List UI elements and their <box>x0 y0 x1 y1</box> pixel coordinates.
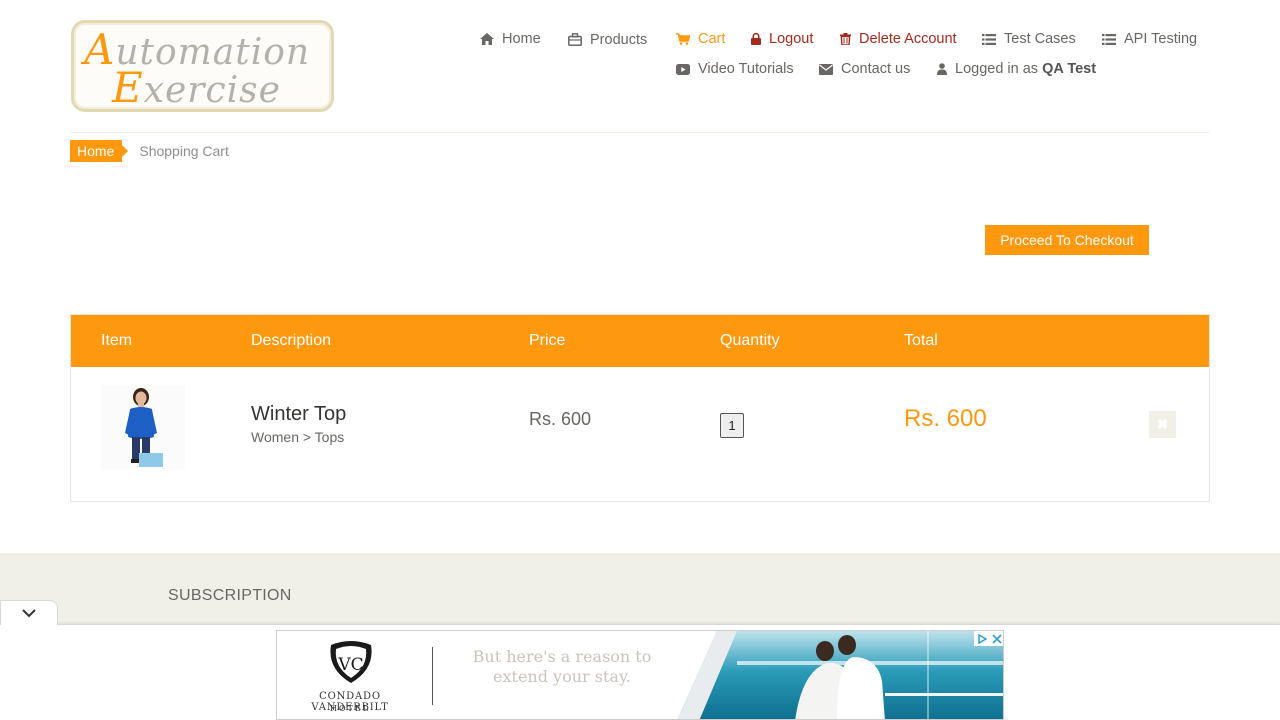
header-total: Total <box>904 332 938 349</box>
list-icon <box>1102 33 1116 45</box>
delete-item-button[interactable]: ✖ <box>1149 411 1176 438</box>
logged-in-text: Logged in as QA Test <box>955 61 1097 77</box>
youtube-play-icon <box>676 63 690 75</box>
nav-logout-label: Logout <box>769 31 814 47</box>
ad-collapse-toggle[interactable] <box>0 600 58 625</box>
svg-text:VC: VC <box>337 655 363 675</box>
product-total: Rs. 600 <box>904 405 987 432</box>
briefcase-icon <box>568 32 582 46</box>
table-row: Winter Top Women > Tops Rs. 600 1 Rs. 60… <box>71 367 1209 501</box>
breadcrumb-current: Shopping Cart <box>139 143 229 159</box>
header-quantity: Quantity <box>720 332 780 349</box>
user-icon <box>937 63 947 75</box>
product-image[interactable] <box>101 385 185 469</box>
header-item: Item <box>101 332 133 349</box>
nav-delete-account[interactable]: Delete Account <box>840 31 957 47</box>
nav-contact-us[interactable]: Contact us <box>819 61 910 77</box>
envelope-icon <box>819 63 833 75</box>
nav-home-label: Home <box>502 31 541 47</box>
home-icon <box>480 33 494 45</box>
lock-icon <box>751 33 761 45</box>
nav-test-cases[interactable]: Test Cases <box>982 31 1076 47</box>
hotel-crest-icon: VC <box>330 641 372 683</box>
nav-video-tutorials[interactable]: Video Tutorials <box>676 61 794 77</box>
nav-cart[interactable]: Cart <box>676 31 725 47</box>
trash-icon <box>840 33 851 45</box>
ad-brand-sub: HOTEL <box>329 704 371 713</box>
site-logo[interactable]: Automation Exercise <box>71 20 334 112</box>
logged-in-username: QA Test <box>1042 61 1097 77</box>
subscription-title: SUBSCRIPTION <box>168 587 292 604</box>
ad-photo <box>677 631 1003 719</box>
breadcrumb-home-link[interactable]: Home <box>70 140 129 162</box>
nav-contact-us-label: Contact us <box>841 61 911 77</box>
breadcrumb: Home Shopping Cart <box>70 140 229 162</box>
nav-products-label: Products <box>590 32 648 48</box>
cart-table: Item Description Price Quantity Total Wi… <box>70 314 1210 502</box>
close-icon <box>992 633 1002 644</box>
advertisement-banner[interactable]: VC CONDADO VANDERBILT HOTEL But here's a… <box>276 630 1004 720</box>
nav-test-cases-label: Test Cases <box>1004 31 1076 47</box>
ad-divider <box>432 647 433 705</box>
header-description: Description <box>251 332 332 349</box>
nav-products[interactable]: Products <box>568 31 648 48</box>
nav-home[interactable]: Home <box>480 31 541 47</box>
nav-logout[interactable]: Logout <box>751 31 813 47</box>
header-divider <box>70 132 1210 133</box>
logo-line-2: Exercise <box>112 63 281 112</box>
product-price: Rs. 600 <box>529 409 592 429</box>
nav-cart-label: Cart <box>698 31 726 47</box>
nav-api-testing-label: API Testing <box>1124 31 1198 47</box>
ad-choices-button[interactable] <box>974 631 990 646</box>
close-icon: ✖ <box>1156 416 1169 432</box>
nav-api-testing[interactable]: API Testing <box>1102 31 1197 47</box>
ad-close-button[interactable] <box>989 631 1003 646</box>
nav-delete-account-label: Delete Account <box>859 31 957 47</box>
product-category: Women > Tops <box>251 429 345 445</box>
nav-logged-in-user[interactable]: Logged in as QA Test <box>937 61 1096 77</box>
shopping-cart-icon <box>676 33 690 45</box>
quantity-button[interactable]: 1 <box>720 413 744 438</box>
product-name-link[interactable]: Winter Top <box>251 403 346 426</box>
header-price: Price <box>529 332 566 349</box>
list-icon <box>982 33 996 45</box>
proceed-to-checkout-button[interactable]: Proceed To Checkout <box>985 225 1149 255</box>
cart-table-header: Item Description Price Quantity Total <box>71 315 1209 367</box>
ad-tagline: But here's a reason to extend your stay. <box>472 647 652 686</box>
chevron-down-icon <box>22 608 36 617</box>
nav-video-tutorials-label: Video Tutorials <box>698 61 794 77</box>
play-triangle-icon <box>978 633 987 644</box>
